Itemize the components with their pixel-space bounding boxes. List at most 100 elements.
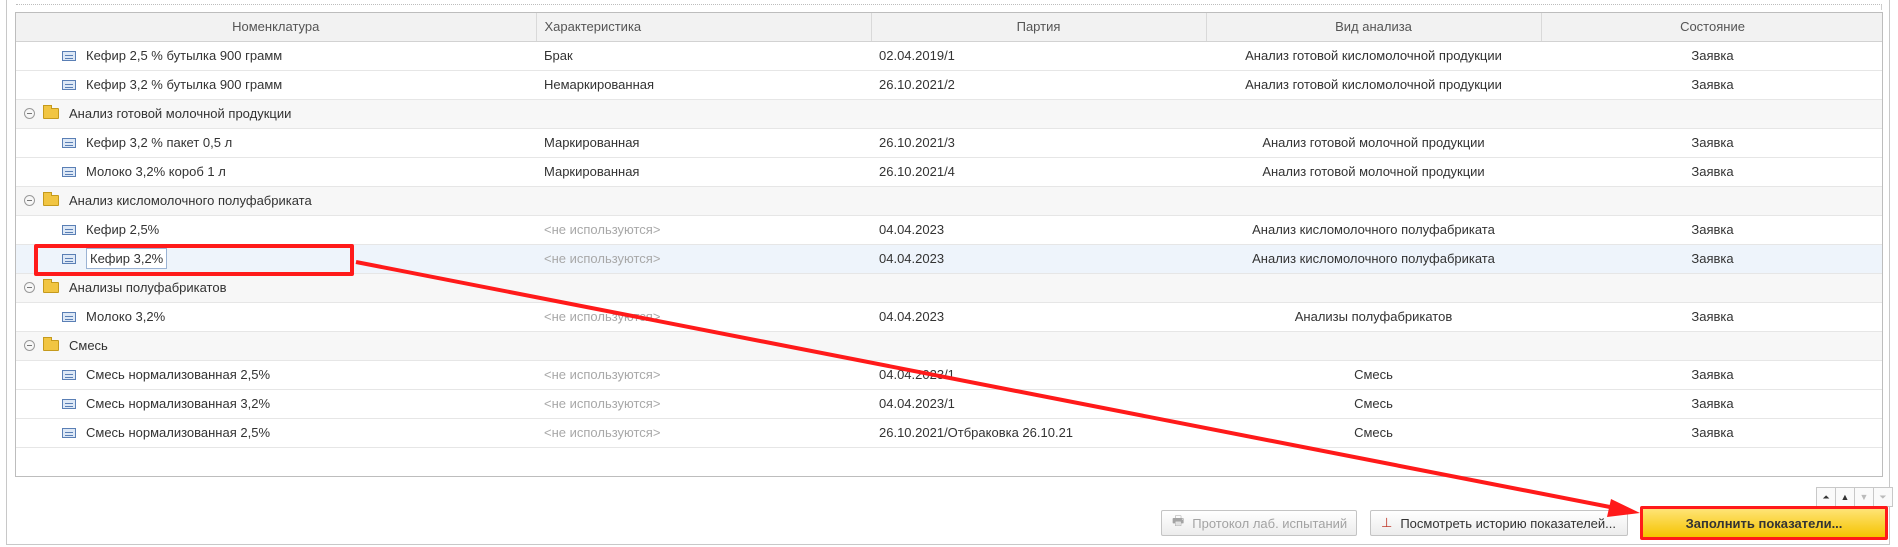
top-divider (16, 4, 1882, 10)
table-row[interactable]: Кефир 2,5 % бутылка 900 грамм Брак 02.04.2… (16, 41, 1882, 71)
item-icon (62, 224, 76, 235)
cell-analysis-type: Анализы полуфабрикатов (1206, 302, 1541, 332)
cell-analysis-type (1206, 99, 1541, 129)
cell-analysis-type (1206, 186, 1541, 216)
history-chart-icon: ⊥ (1381, 515, 1393, 530)
cell-state: Заявка (1541, 157, 1882, 187)
group-row[interactable]: Смесь (16, 331, 1882, 361)
cell-nomenclature[interactable]: Смесь нормализованная 3,2% (16, 389, 536, 419)
table-row[interactable]: Кефир 3,2 % бутылка 900 грамм Немаркирова… (16, 70, 1882, 100)
cell-batch: 02.04.2019/1 (871, 41, 1206, 71)
scroll-up-button[interactable]: ▲ (1835, 487, 1855, 507)
cell-batch: 26.10.2021/2 (871, 70, 1206, 100)
table-row[interactable]: Молоко 3,2% короб 1 л Маркированная 26.10.… (16, 157, 1882, 187)
nomenclature-text: Кефир 3,2 % бутылка 900 грамм (86, 77, 283, 92)
cell-characteristic: <не используются> (536, 302, 871, 332)
cell-state (1541, 99, 1882, 129)
table-row[interactable]: Кефир 3,2 % пакет 0,5 л Маркированная 26.1… (16, 128, 1882, 158)
scroll-down-button[interactable]: ▼ (1854, 487, 1874, 507)
cell-batch (871, 99, 1206, 129)
cell-nomenclature[interactable]: Кефир 3,2 % пакет 0,5 л (16, 128, 536, 158)
cell-state: Заявка (1541, 70, 1882, 100)
item-icon (62, 311, 76, 322)
cell-characteristic (536, 99, 871, 129)
table-row[interactable]: Молоко 3,2% <не используются> 04.04.2023 Ан… (16, 302, 1882, 332)
cell-nomenclature[interactable]: Кефир 3,2% (16, 244, 536, 274)
cell-state: Заявка (1541, 360, 1882, 390)
nomenclature-text: Смесь нормализованная 3,2% (86, 396, 270, 411)
item-icon (62, 427, 76, 438)
cell-nomenclature[interactable]: Кефир 2,5 % бутылка 900 грамм (16, 41, 536, 71)
history-button[interactable]: ⊥ Посмотреть историю показателей... (1370, 510, 1628, 536)
collapse-icon[interactable] (24, 108, 35, 119)
group-row[interactable]: Анализ кисломолочного полуфабриката (16, 186, 1882, 216)
collapse-icon[interactable] (24, 340, 35, 351)
nomenclature-text: Кефир 2,5% (86, 222, 160, 237)
cell-analysis-type: Смесь (1206, 360, 1541, 390)
column-header-state[interactable]: Состояние (1541, 13, 1882, 42)
group-row[interactable]: Анализ готовой молочной продукции (16, 99, 1882, 129)
cell-nomenclature[interactable]: Смесь нормализованная 2,5% (16, 418, 536, 448)
cell-nomenclature[interactable]: Кефир 2,5% (16, 215, 536, 245)
table-row[interactable]: Кефир 3,2% <не используются> 04.04.2023 Ана… (16, 244, 1882, 274)
nomenclature-text: Анализы полуфабрикатов (69, 280, 227, 295)
item-icon (62, 137, 76, 148)
cell-characteristic (536, 273, 871, 303)
cell-nomenclature[interactable]: Смесь нормализованная 2,5% (16, 360, 536, 390)
table-row[interactable]: Кефир 2,5% <не используются> 04.04.2023 Ана… (16, 215, 1882, 245)
table-row[interactable]: Смесь нормализованная 3,2% <не используют… (16, 389, 1882, 419)
action-buttons-bar: 🖶 Протокол лаб. испытаний ⊥ Посмотреть и… (0, 506, 1898, 540)
table-row[interactable]: Смесь нормализованная 2,5% <не используют… (16, 360, 1882, 390)
cell-characteristic: Маркированная (536, 128, 871, 158)
cell-characteristic (536, 331, 871, 361)
scroll-last-button[interactable]: ⏷ (1873, 487, 1893, 507)
cell-nomenclature[interactable]: Смесь (16, 331, 536, 361)
cell-analysis-type: Анализ готовой кисломолочной продукции (1206, 70, 1541, 100)
cell-characteristic (536, 186, 871, 216)
folder-icon (43, 337, 59, 351)
nomenclature-text: Анализ готовой молочной продукции (69, 106, 292, 121)
cell-nomenclature[interactable]: Кефир 3,2 % бутылка 900 грамм (16, 70, 536, 100)
column-header-characteristic[interactable]: Характеристика (536, 13, 872, 42)
cell-nomenclature[interactable]: Молоко 3,2% (16, 302, 536, 332)
cell-analysis-type: Анализ готовой молочной продукции (1206, 157, 1541, 187)
cell-nomenclature[interactable]: Молоко 3,2% короб 1 л (16, 157, 536, 187)
table-row[interactable]: Смесь нормализованная 2,5% <не используют… (16, 418, 1882, 448)
group-row[interactable]: Анализы полуфабрикатов (16, 273, 1882, 303)
table-header: Номенклатура Характеристика Партия Вид а… (16, 13, 1882, 42)
cell-batch: 26.10.2021/4 (871, 157, 1206, 187)
collapse-icon[interactable] (24, 195, 35, 206)
folder-icon (43, 105, 59, 119)
cell-characteristic: <не используются> (536, 418, 871, 448)
scroll-first-button[interactable]: ⏶ (1816, 487, 1836, 507)
collapse-icon[interactable] (24, 282, 35, 293)
column-header-batch[interactable]: Партия (871, 13, 1207, 42)
column-header-nomenclature[interactable]: Номенклатура (16, 13, 537, 42)
item-icon (62, 369, 76, 380)
cell-nomenclature[interactable]: Анализы полуфабрикатов (16, 273, 536, 303)
lab-protocol-button[interactable]: 🖶 Протокол лаб. испытаний (1161, 510, 1357, 536)
fill-indicators-button[interactable]: Заполнить показатели... (1640, 506, 1888, 540)
nomenclature-text: Смесь нормализованная 2,5% (86, 367, 270, 382)
item-icon (62, 50, 76, 61)
item-icon (62, 398, 76, 409)
cell-analysis-type (1206, 331, 1541, 361)
cell-batch: 04.04.2023 (871, 244, 1206, 274)
cell-characteristic: Брак (536, 41, 871, 71)
cell-analysis-type: Анализ готовой кисломолочной продукции (1206, 41, 1541, 71)
cell-characteristic: <не используются> (536, 215, 871, 245)
cell-characteristic: <не используются> (536, 360, 871, 390)
cell-batch: 26.10.2021/3 (871, 128, 1206, 158)
cell-nomenclature[interactable]: Анализ кисломолочного полуфабриката (16, 186, 536, 216)
table-body: Кефир 2,5 % бутылка 900 грамм Брак 02.04.2… (16, 41, 1882, 448)
item-icon (62, 79, 76, 90)
cell-batch: 04.04.2023 (871, 215, 1206, 245)
cell-analysis-type (1206, 273, 1541, 303)
cell-nomenclature[interactable]: Анализ готовой молочной продукции (16, 99, 536, 129)
cell-state: Заявка (1541, 215, 1882, 245)
cell-state: Заявка (1541, 302, 1882, 332)
cell-analysis-type: Анализ готовой молочной продукции (1206, 128, 1541, 158)
fill-indicators-label: Заполнить показатели... (1685, 515, 1843, 531)
cell-characteristic: Маркированная (536, 157, 871, 187)
column-header-analysis-type[interactable]: Вид анализа (1206, 13, 1542, 42)
